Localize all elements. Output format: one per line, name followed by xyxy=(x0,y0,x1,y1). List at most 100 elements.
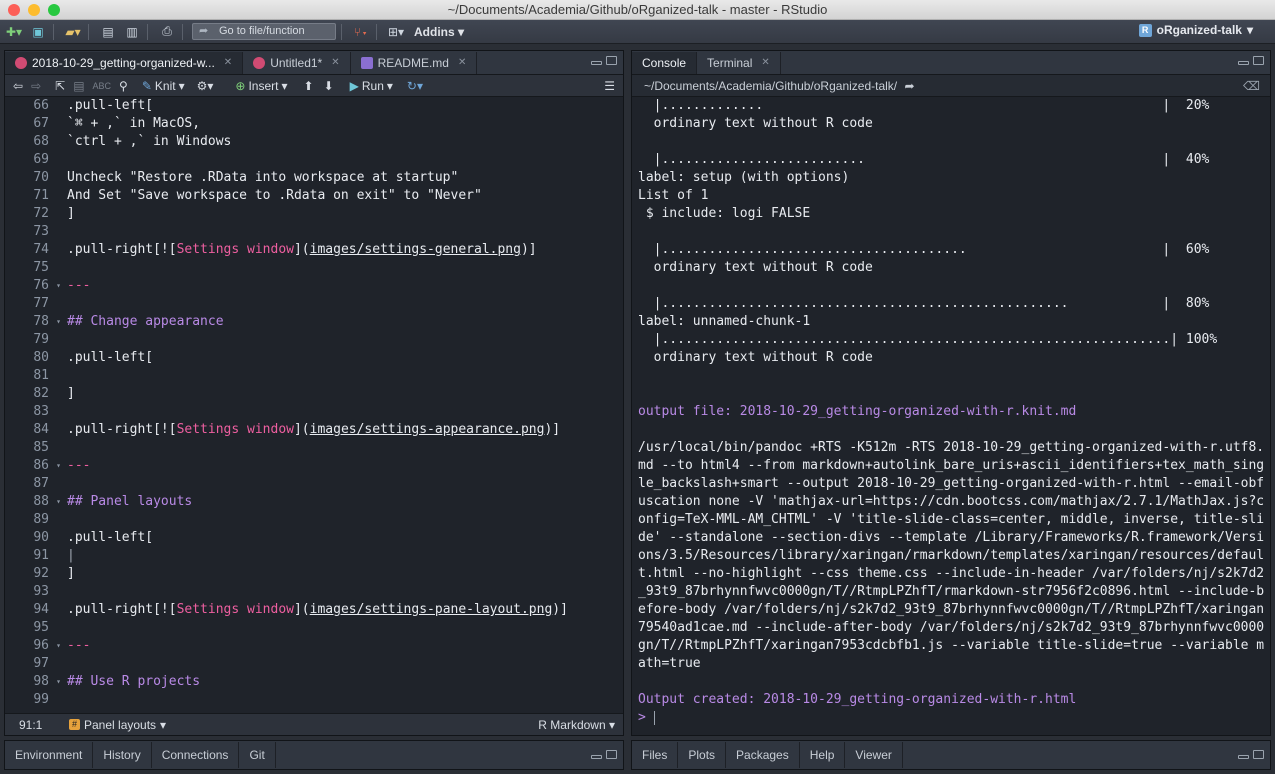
workspace-panes-icon[interactable]: ⊞▾ xyxy=(386,23,406,41)
section-navigator[interactable]: # Panel layouts ▾ xyxy=(69,718,166,732)
find-icon[interactable]: ⚲ xyxy=(119,79,128,93)
code-line[interactable]: 77 xyxy=(5,295,623,313)
code-line[interactable]: 83 xyxy=(5,403,623,421)
minimize-pane-icon[interactable] xyxy=(591,61,602,65)
code-line[interactable]: 73 xyxy=(5,223,623,241)
tab-readme[interactable]: README.md ✕ xyxy=(351,52,478,74)
show-in-window-icon[interactable]: ⇱ xyxy=(55,79,65,93)
tab-terminal[interactable]: Terminal ✕ xyxy=(697,52,781,74)
code-line[interactable]: 68 `ctrl + ,` in Windows xyxy=(5,133,623,151)
code-line[interactable]: 92] xyxy=(5,565,623,583)
close-window-button[interactable] xyxy=(8,4,20,16)
code-line[interactable]: 97 xyxy=(5,655,623,673)
code-line[interactable]: 91 | xyxy=(5,547,623,565)
minimize-pane-icon[interactable] xyxy=(591,755,602,759)
code-line[interactable]: 66 .pull-left[ xyxy=(5,97,623,115)
code-line[interactable]: 76 ▾ --- xyxy=(5,277,623,295)
code-line[interactable]: 72] xyxy=(5,205,623,223)
tab-history[interactable]: History xyxy=(93,742,152,768)
code-line[interactable]: 89 xyxy=(5,511,623,529)
clear-console-icon[interactable]: ⌫ xyxy=(1243,75,1260,97)
code-line[interactable]: 95 xyxy=(5,619,623,637)
fold-toggle-icon[interactable]: ▾ xyxy=(56,493,61,511)
tab-files[interactable]: Files xyxy=(632,742,679,768)
code-line[interactable]: 79 xyxy=(5,331,623,349)
zoom-window-button[interactable] xyxy=(48,4,60,16)
code-line[interactable]: 88 ▾ ## Panel layouts xyxy=(5,493,623,511)
code-line[interactable]: 90 .pull-left[ xyxy=(5,529,623,547)
code-line[interactable]: 98 ▾ ## Use R projects xyxy=(5,673,623,691)
code-line[interactable]: 96 ▾ --- xyxy=(5,637,623,655)
fold-toggle-icon[interactable]: ▾ xyxy=(56,277,61,295)
tab-environment[interactable]: Environment xyxy=(5,742,94,768)
code-line[interactable]: 81 xyxy=(5,367,623,385)
knit-button[interactable]: ✎ Knit ▾ xyxy=(142,79,185,93)
fold-toggle-icon[interactable]: ▾ xyxy=(56,313,61,331)
tab-untitled[interactable]: Untitled1* ✕ xyxy=(243,52,351,74)
back-arrow-icon[interactable]: ⇦ xyxy=(13,79,23,93)
run-button[interactable]: ▶ Run ▾ xyxy=(350,79,393,93)
rerun-icon[interactable]: ↻▾ xyxy=(407,79,423,93)
maximize-pane-icon[interactable] xyxy=(1253,56,1264,65)
save-icon[interactable]: ▤ xyxy=(98,23,118,41)
go-to-directory-icon[interactable]: ➦ xyxy=(904,79,914,93)
new-file-icon[interactable]: ✚▾ xyxy=(4,23,24,41)
previous-chunk-icon[interactable]: ⬆ xyxy=(304,79,314,93)
code-line[interactable]: 86 ▾ --- xyxy=(5,457,623,475)
close-icon[interactable]: ✕ xyxy=(761,52,769,74)
code-line[interactable]: 87 xyxy=(5,475,623,493)
code-line[interactable]: 74 .pull-right[![Settings window](images/… xyxy=(5,241,623,259)
code-line[interactable]: 69 xyxy=(5,151,623,169)
code-line[interactable]: 93 xyxy=(5,583,623,601)
tab-git[interactable]: Git xyxy=(239,742,276,768)
git-icon[interactable]: ⑂▾ xyxy=(351,23,371,41)
code-line[interactable]: 80 .pull-left[ xyxy=(5,349,623,367)
code-line[interactable]: 82] xyxy=(5,385,623,403)
close-icon[interactable]: ✕ xyxy=(224,52,232,74)
close-icon[interactable]: ✕ xyxy=(458,52,466,74)
save-all-icon[interactable]: ▥ xyxy=(122,23,142,41)
code-line[interactable]: 70 Uncheck "Restore .RData into workspace… xyxy=(5,169,623,187)
minimize-window-button[interactable] xyxy=(28,4,40,16)
code-line[interactable]: 85 xyxy=(5,439,623,457)
code-line[interactable]: 94 .pull-right[![Settings window](images/… xyxy=(5,601,623,619)
console-output[interactable]: |............. | 20% ordinary text witho… xyxy=(632,97,1270,735)
maximize-pane-icon[interactable] xyxy=(606,56,617,65)
code-line[interactable]: 78 ▾ ## Change appearance xyxy=(5,313,623,331)
minimize-pane-icon[interactable] xyxy=(1238,755,1249,759)
maximize-pane-icon[interactable] xyxy=(606,750,617,759)
next-chunk-icon[interactable]: ⬇ xyxy=(324,79,334,93)
save-icon[interactable]: ▤ xyxy=(73,79,84,93)
fold-toggle-icon[interactable]: ▾ xyxy=(56,637,61,655)
goto-file-input[interactable]: ➦ Go to file/function xyxy=(192,23,336,40)
code-line[interactable]: 84 .pull-right[![Settings window](images/… xyxy=(5,421,623,439)
tab-help[interactable]: Help xyxy=(800,742,846,768)
fold-toggle-icon[interactable]: ▾ xyxy=(56,457,61,475)
insert-button[interactable]: ⊕ Insert ▾ xyxy=(235,79,287,93)
print-icon[interactable]: ⎙ xyxy=(157,23,177,41)
open-file-icon[interactable]: ▰▾ xyxy=(63,23,83,41)
tab-packages[interactable]: Packages xyxy=(726,742,800,768)
minimize-pane-icon[interactable] xyxy=(1238,61,1249,65)
tab-viewer[interactable]: Viewer xyxy=(845,742,903,768)
maximize-pane-icon[interactable] xyxy=(1253,750,1264,759)
document-outline-icon[interactable]: ☰ xyxy=(604,79,615,93)
file-type-selector[interactable]: R Markdown ▾ xyxy=(538,718,615,732)
code-line[interactable]: 99 xyxy=(5,691,623,709)
gear-icon[interactable]: ⚙▾ xyxy=(197,79,214,93)
code-line[interactable]: 75 xyxy=(5,259,623,277)
tab-console[interactable]: Console xyxy=(632,52,698,74)
code-editor[interactable]: 66 .pull-left[67 `⌘ + ,` in MacOS, 68 `ctrl … xyxy=(5,97,623,713)
tab-rmd-file[interactable]: 2018-10-29_getting-organized-w... ✕ xyxy=(5,52,244,74)
forward-arrow-icon[interactable]: ⇨ xyxy=(31,79,41,93)
spellcheck-icon[interactable]: ABC xyxy=(93,81,112,91)
project-menu[interactable]: R oRganized-talk ▾ xyxy=(1138,23,1253,37)
fold-toggle-icon[interactable]: ▾ xyxy=(56,673,61,691)
tab-connections[interactable]: Connections xyxy=(152,742,240,768)
code-line[interactable]: 71 And Set "Save workspace to .Rdata on e… xyxy=(5,187,623,205)
new-project-icon[interactable]: ▣ xyxy=(28,23,48,41)
code-line[interactable]: 67 `⌘ + ,` in MacOS, xyxy=(5,115,623,133)
tab-plots[interactable]: Plots xyxy=(678,742,727,768)
close-icon[interactable]: ✕ xyxy=(331,52,339,74)
addins-menu[interactable]: Addins ▾ xyxy=(414,25,464,39)
